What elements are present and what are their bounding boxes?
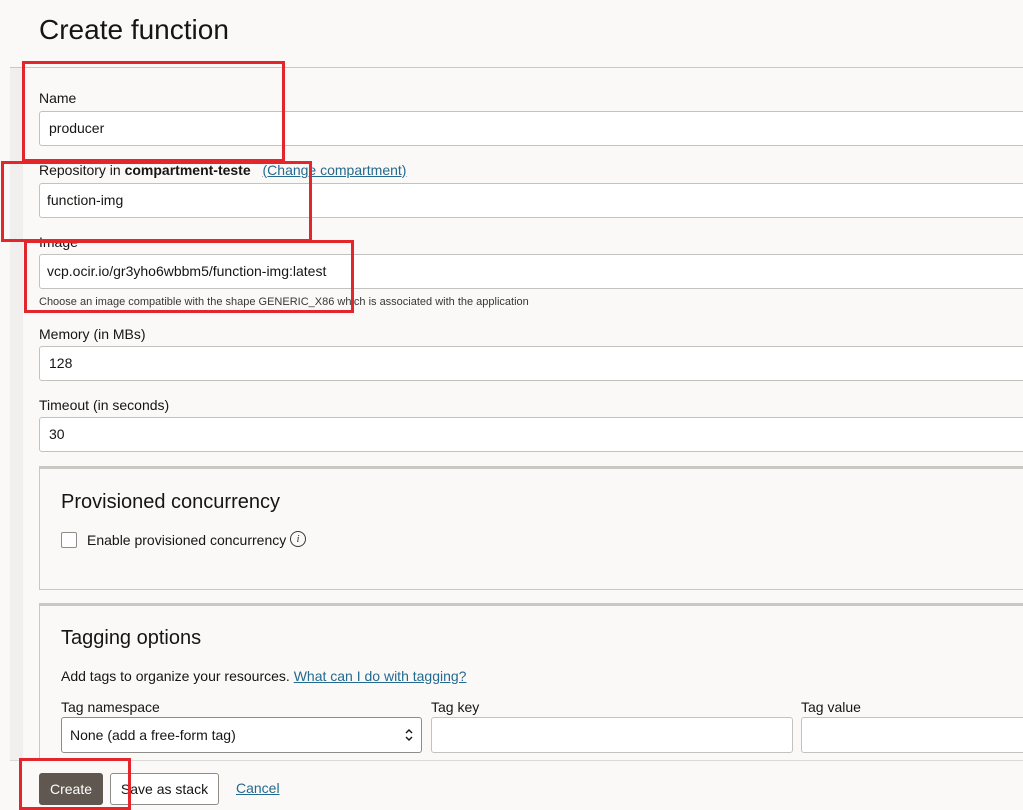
tag-key-input[interactable]	[431, 717, 793, 753]
info-icon[interactable]: i	[290, 531, 306, 547]
tag-key-label: Tag key	[431, 699, 480, 715]
repository-input[interactable]: function-img	[39, 183, 1023, 218]
memory-label: Memory (in MBs)	[39, 326, 146, 342]
tag-namespace-selected: None (add a free-form tag)	[70, 727, 236, 743]
name-input[interactable]: producer	[39, 111, 1023, 146]
compartment-name: compartment-teste	[124, 162, 251, 178]
memory-input[interactable]: 128	[39, 346, 1023, 381]
change-compartment-link[interactable]: (Change compartment)	[263, 162, 407, 178]
tag-namespace-label: Tag namespace	[61, 699, 160, 715]
tagging-help-link[interactable]: What can I do with tagging?	[294, 668, 467, 684]
form-left-strip	[10, 68, 23, 810]
select-chevron-icon	[405, 729, 413, 741]
provisioned-concurrency-card: Provisioned concurrency Enable provision…	[39, 466, 1023, 590]
create-button[interactable]: Create	[39, 773, 103, 805]
repository-label-prefix: Repository in	[39, 162, 125, 178]
tag-value-label: Tag value	[801, 699, 861, 715]
tagging-intro-text: Add tags to organize your resources.	[61, 668, 290, 684]
repository-label: Repository in compartment-teste (Change …	[39, 162, 406, 178]
image-label: Image	[39, 234, 78, 250]
title-divider	[10, 67, 1023, 68]
tagging-options-title: Tagging options	[61, 627, 202, 649]
create-function-page: Create function Name producer Repository…	[0, 0, 1023, 810]
save-as-stack-button[interactable]: Save as stack	[110, 773, 219, 805]
cancel-link[interactable]: Cancel	[236, 780, 280, 796]
name-label: Name	[39, 90, 77, 106]
tagging-options-card: Tagging options Add tags to organize you…	[39, 603, 1023, 773]
timeout-label: Timeout (in seconds)	[39, 397, 170, 413]
tag-value-input[interactable]	[801, 717, 1023, 753]
provisioned-concurrency-label[interactable]: Enable provisioned concurrency	[87, 532, 286, 548]
provisioned-concurrency-checkbox[interactable]	[61, 532, 77, 548]
page-title: Create function	[39, 14, 229, 45]
provisioned-concurrency-title: Provisioned concurrency	[61, 491, 280, 513]
image-input[interactable]: vcp.ocir.io/gr3yho6wbbm5/function-img:la…	[39, 254, 1023, 289]
tagging-intro: Add tags to organize your resources. Wha…	[61, 668, 466, 684]
timeout-input[interactable]: 30	[39, 417, 1023, 452]
tag-namespace-select[interactable]: None (add a free-form tag)	[61, 717, 422, 753]
image-help-text: Choose an image compatible with the shap…	[39, 296, 529, 308]
